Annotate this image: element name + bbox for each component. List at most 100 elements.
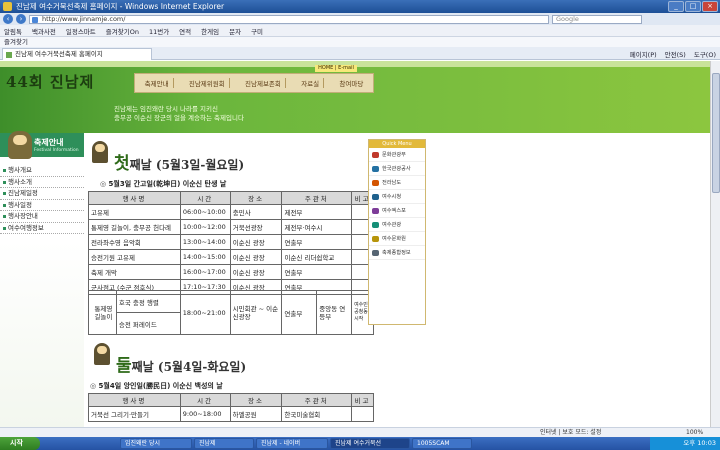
side-title: 축제안내 — [34, 138, 64, 147]
table-cell: 시민회관 ~ 이순신광장 — [229, 290, 283, 335]
gnb-item[interactable]: 진남제보존회 — [241, 78, 286, 88]
quick-menu: Quick Menu 문화관광부 한국관광공사 전라남도 여수시청 여수엑스포 … — [368, 139, 426, 325]
gnb-item[interactable]: 자료실 — [297, 78, 325, 88]
quick-link[interactable]: 전라남도 — [369, 176, 425, 190]
side-nav-item[interactable]: 행사일정 — [0, 200, 84, 211]
quick-link[interactable]: 여수관광 — [369, 218, 425, 232]
safety-menu[interactable]: 안전(S) — [665, 49, 686, 59]
table-row: 통제영 길놀이, 충무공 헌다례 10:00~12:00 거북선광장 제전부·여… — [88, 219, 374, 235]
browser-tab[interactable]: 진남제 여수거북선축제 홈페이지 — [2, 48, 152, 60]
table-row: 거북선 그리기·만들기 9:00~18:00 하멜공원 한국미술협회 — [88, 406, 374, 422]
taskbar: 시작 임진왜란 당시 진남제 진남제 - 네이버 진남제 여수거북선 1005S… — [0, 437, 720, 450]
table-row: 승전기원 고유제 14:00~15:00 이순신 광장 이순신 리더쉽학교 — [88, 249, 374, 265]
links-toolbar: 알림톡 백과사전 일정스마트 즐겨찾기On 11번가 연적 한게임 문자 구미 — [0, 25, 720, 37]
day1-first-char: 첫 — [114, 154, 130, 174]
quick-link[interactable]: 문화관광부 — [369, 148, 425, 162]
link-item[interactable]: 즐겨찾기On — [106, 26, 139, 36]
table-cell: 통제영 길놀이, 충무공 헌다례 — [88, 219, 181, 235]
table-cell: 이순신 리더쉽학교 — [281, 249, 353, 265]
link-item[interactable]: 한게임 — [201, 26, 219, 36]
table-row: 통제영 길놀이 호국 충정 행렬 18:00~21:00 시민회관 ~ 이순신광… — [88, 290, 374, 335]
taskbar-item[interactable]: 임진왜란 당시 — [120, 438, 192, 449]
table-cell: 14:00~15:00 — [179, 249, 231, 265]
table-header: 시간 — [179, 191, 231, 205]
table-header: 행사명 — [88, 393, 181, 407]
forward-arrow-icon[interactable]: › — [16, 14, 26, 24]
window-title: 진남제 여수거북선축제 홈페이지 - Windows Internet Expl… — [16, 2, 225, 11]
table-cell: 거북선광장 — [229, 219, 283, 235]
table-header: 비고 — [351, 393, 374, 407]
gnb-item[interactable]: 축제안내 — [141, 78, 174, 88]
url-input[interactable]: http://www.jinnamje.com/ — [29, 14, 549, 24]
merged-label: 통제영 — [94, 304, 113, 313]
system-tray-clock[interactable]: 오후 10:03 — [650, 437, 720, 450]
back-arrow-icon[interactable]: ‹ — [3, 14, 13, 24]
gnb-item[interactable]: 참여마당 — [335, 78, 367, 88]
slogan-line: 진남제는 임진왜란 당시 나라를 지키신 — [114, 105, 218, 113]
quick-link[interactable]: 여수문화원 — [369, 232, 425, 246]
site-title[interactable]: 44회 진남제 — [6, 71, 94, 92]
day2-first-char: 둘 — [116, 356, 132, 376]
slogan-line: 충무공 이순신 장군의 얼을 계승하는 축제입니다 — [114, 114, 244, 122]
side-nav-item[interactable]: 행사소개 — [0, 177, 84, 188]
table-header: 시간 — [179, 393, 231, 407]
link-item[interactable]: 문자 — [229, 26, 241, 36]
side-nav-item[interactable]: 행사개요 — [0, 165, 84, 177]
table-cell: 9:00~18:00 — [179, 406, 231, 422]
quick-link[interactable]: 여수시청 — [369, 190, 425, 204]
link-item[interactable]: 구미 — [251, 26, 263, 36]
maximize-button[interactable]: □ — [685, 1, 701, 12]
link-item[interactable]: 일정스마트 — [66, 26, 96, 36]
page-menu[interactable]: 페이지(P) — [630, 49, 657, 59]
table-cell: 연출부 — [281, 290, 318, 335]
table-header: 장소 — [229, 191, 283, 205]
minimize-button[interactable]: _ — [668, 1, 684, 12]
quick-menu-header: Quick Menu — [369, 140, 425, 148]
link-item[interactable]: 연적 — [179, 26, 191, 36]
global-nav: 축제안내 진남제위원회 진남제보존회 자료실 참여마당 — [134, 73, 374, 93]
page-content: 44회 진남제 HOME | E-mail 축제안내 진남제위원회 진남제보존회… — [0, 61, 710, 427]
taskbar-item[interactable]: 진남제 - 네이버 — [256, 438, 328, 449]
table-cell: 13:00~14:00 — [179, 234, 231, 250]
taskbar-item[interactable]: 진남제 — [194, 438, 254, 449]
table-cell: 제전부·여수시 — [281, 219, 353, 235]
quick-link[interactable]: 여수엑스포 — [369, 204, 425, 218]
side-nav-item[interactable]: 여수여행정보 — [0, 223, 84, 234]
taskbar-item[interactable]: 1005SCAM — [412, 438, 472, 449]
address-bar: ‹ › http://www.jinnamje.com/ Google — [0, 13, 720, 25]
table-cell: 호국 충정 행렬 — [115, 290, 181, 313]
start-button[interactable]: 시작 — [0, 437, 40, 450]
side-decoration — [0, 241, 84, 427]
tools-menu[interactable]: 도구(O) — [694, 49, 716, 59]
favorites-button[interactable]: 즐겨찾기 — [4, 38, 28, 46]
table-cell: 거북선 그리기·만들기 — [88, 406, 181, 422]
table-row: 고유제 06:00~10:00 충민사 제전부 — [88, 204, 374, 220]
gnb-item[interactable]: 진남제위원회 — [185, 78, 230, 88]
side-nav-item[interactable]: 행사장안내 — [0, 211, 84, 223]
link-item[interactable]: 11번가 — [149, 26, 169, 36]
quick-link[interactable]: 축제종합정보 — [369, 246, 425, 260]
table-cell: 충민사 — [229, 204, 283, 220]
close-button[interactable]: × — [702, 1, 718, 12]
table-header: 장소 — [229, 393, 283, 407]
table-header: 행사명 — [88, 191, 181, 205]
status-bar: 인터넷 | 보호 모드: 설정 100% — [0, 427, 720, 437]
mascot-icon — [92, 141, 108, 163]
taskbar-item[interactable]: 진남제 여수거북선 — [330, 438, 410, 449]
quick-link[interactable]: 한국관광공사 — [369, 162, 425, 176]
day2-heading: 둘째날 (5월4일-화요일) — [116, 351, 246, 376]
side-subtitle: Festival Information — [34, 148, 79, 153]
side-nav-item[interactable]: 진남제일정 — [0, 188, 84, 200]
day1-table: 행사명 시간 장소 주관처 비고 고유제 06:00~10:00 충민사 제전부… — [88, 191, 374, 295]
vertical-scrollbar[interactable] — [710, 61, 720, 427]
day2-title: 째날 (5월4일-화요일) — [131, 360, 247, 374]
table-cell: 승전 퍼레이드 — [115, 312, 181, 335]
top-mini-links[interactable]: HOME | E-mail — [315, 65, 357, 72]
mascot-image — [8, 131, 32, 159]
scroll-thumb[interactable] — [712, 73, 720, 193]
table-cell: 제전부 — [281, 204, 353, 220]
link-item[interactable]: 알림톡 — [4, 26, 22, 36]
search-input[interactable]: Google — [552, 14, 642, 24]
link-item[interactable]: 백과사전 — [32, 26, 56, 36]
table-header-row: 행사명 시간 장소 주관처 비고 — [88, 191, 374, 205]
